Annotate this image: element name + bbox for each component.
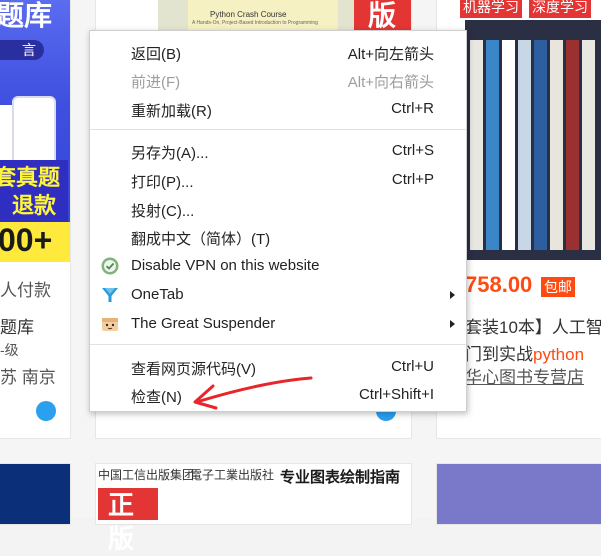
product-title-line[interactable]: 门到实战python [465,340,584,365]
menu-item-shortcut: Ctrl+U [391,358,434,375]
menu-item-shortcut: Ctrl+P [391,171,434,188]
menu-item-shortcut: Ctrl+Shift+I [358,386,434,403]
menu-item-label: 重新加载(R) [131,103,212,120]
product-title-line[interactable]: 套装10本】人工智 [465,313,601,338]
free-shipping-badge: 包邮 [541,277,575,297]
menu-item-label: 翻成中文（简体）(T) [131,231,271,248]
product-title-line: 题库 [0,318,34,337]
book-spine [566,40,579,250]
menu-item-inspect[interactable]: 检查(N) Ctrl+Shift+I [90,384,466,406]
book-spine [534,40,547,250]
menu-item-save-as[interactable]: 另存为(A)... Ctrl+S [90,140,466,162]
product-title-text: 门到实战 [465,345,533,364]
menu-item-great-suspender[interactable]: The Great Suspender [90,313,466,335]
suspender-face-icon [101,315,119,333]
menu-item-shortcut: Ctrl+S [391,142,434,159]
product-card-bottom-left[interactable] [0,463,71,525]
book-cover-red-text: 版 [368,0,397,31]
menu-separator [90,129,466,130]
shop-name-link[interactable]: 华心图书专营店 [465,363,584,388]
menu-item-label: 打印(P)... [131,174,194,191]
menu-item-forward[interactable]: 前进(F) Alt+向右箭头 [90,69,466,91]
product-title-line: -级 [0,342,19,358]
book-spine [470,40,483,250]
book-spine [518,40,531,250]
book-cover-red-text: 正版 [98,488,158,554]
menu-item-shortcut: Ctrl+R [391,100,434,117]
product-title-keyword: python [533,345,585,364]
menu-item-label: The Great Suspender [131,315,276,332]
menu-item-translate[interactable]: 翻成中文（简体）(T) [90,226,466,248]
book-spine [550,40,563,250]
menu-item-label: 另存为(A)... [131,145,209,162]
book-tag: 机器学习 [460,0,522,18]
submenu-arrow-icon [450,320,455,328]
menu-item-label: 检查(N) [131,389,182,406]
book-spine [502,40,515,250]
menu-item-back[interactable]: 返回(B) Alt+向左箭头 [90,41,466,63]
menu-item-label: OneTab [131,286,184,303]
product-card-bottom-right[interactable] [436,463,601,525]
book-banner-label: 专业图表绘制指南 [280,469,401,486]
promo-pill: 言 [0,40,44,60]
product-sales-count: 人付款 [0,281,51,300]
promo-tag-line2: 退款 [12,193,57,218]
onetab-funnel-icon [101,286,119,304]
menu-item-label: Disable VPN on this website [131,257,320,274]
menu-item-label: 投射(C)... [131,203,195,220]
menu-item-shortcut: Alt+向右箭头 [347,74,434,91]
vpn-shield-icon [101,257,119,275]
menu-item-onetab[interactable]: OneTab [90,284,466,306]
book-cover-title: Python Crash Course [210,10,287,19]
menu-separator [90,344,466,345]
product-location: 苏 南京 [0,368,56,387]
phone-mockup [12,96,56,170]
menu-item-label: 前进(F) [131,74,181,91]
menu-item-label: 返回(B) [131,46,181,63]
submenu-arrow-icon [450,291,455,299]
book-spine [582,40,595,250]
menu-item-reload[interactable]: 重新加载(R) Ctrl+R [90,98,466,120]
book-cover-subtitle: A Hands-On, Project-Based Introduction t… [192,20,318,26]
product-price: 758.00 [465,272,533,297]
menu-item-label: 查看网页源代码(V) [131,361,256,378]
menu-item-view-source[interactable]: 查看网页源代码(V) Ctrl+U [90,356,466,378]
book-tag: 深度学习 [529,0,591,18]
menu-item-disable-vpn[interactable]: Disable VPN on this website [90,255,466,277]
menu-item-shortcut: Alt+向左箭头 [347,46,434,63]
menu-item-print[interactable]: 打印(P)... Ctrl+P [90,169,466,191]
publisher-logo: 中国工信出版集团 [98,468,195,482]
book-spine [486,40,499,250]
menu-item-cast[interactable]: 投射(C)... [90,198,466,220]
promo-number: 00+ [0,222,53,258]
context-menu: 返回(B) Alt+向左箭头 前进(F) Alt+向右箭头 重新加载(R) Ct… [89,30,467,412]
publisher-logo: 電子工業出版社 [190,468,275,482]
product-card-left[interactable]: 题库 言 套真题 退款 00+ 人付款 题库 -级 苏 南京 [0,0,71,439]
chat-bubble-icon[interactable] [36,401,56,421]
promo-title: 题库 [0,0,53,31]
